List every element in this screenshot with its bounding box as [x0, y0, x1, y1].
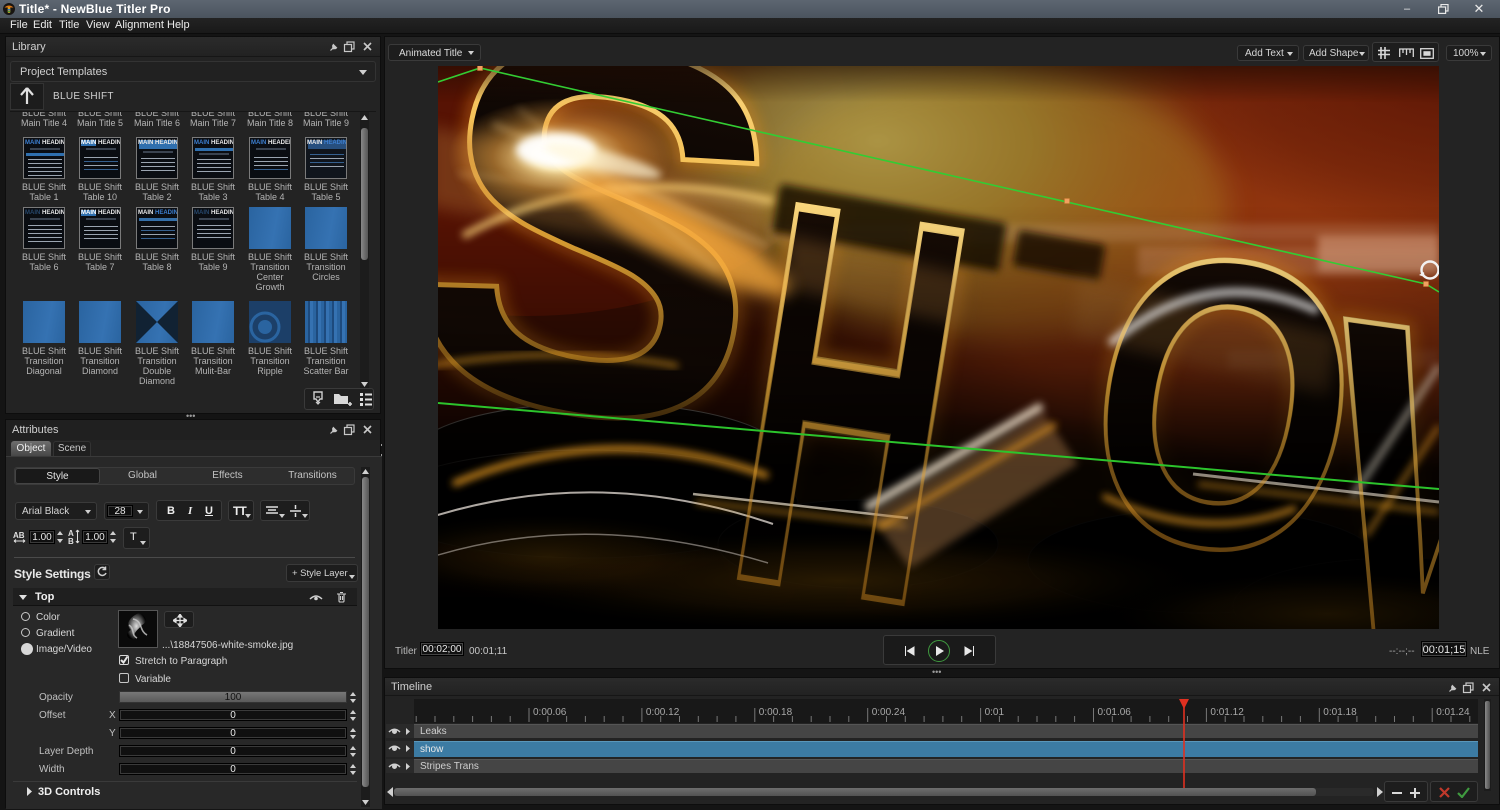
- svg-text:0:01.18: 0:01.18: [1323, 707, 1357, 718]
- svg-text:0:00.24: 0:00.24: [872, 707, 906, 718]
- svg-text:0:01.06: 0:01.06: [1098, 707, 1132, 718]
- svg-text:0:00.06: 0:00.06: [533, 707, 567, 718]
- svg-text:0:01.24: 0:01.24: [1436, 707, 1470, 718]
- svg-text:0:00.18: 0:00.18: [759, 707, 793, 718]
- svg-text:AB: AB: [13, 531, 25, 540]
- svg-text:0:01: 0:01: [985, 707, 1005, 718]
- svg-text:0:01.12: 0:01.12: [1210, 707, 1244, 718]
- svg-text:0:00.12: 0:00.12: [646, 707, 680, 718]
- svg-text:B: B: [68, 537, 74, 545]
